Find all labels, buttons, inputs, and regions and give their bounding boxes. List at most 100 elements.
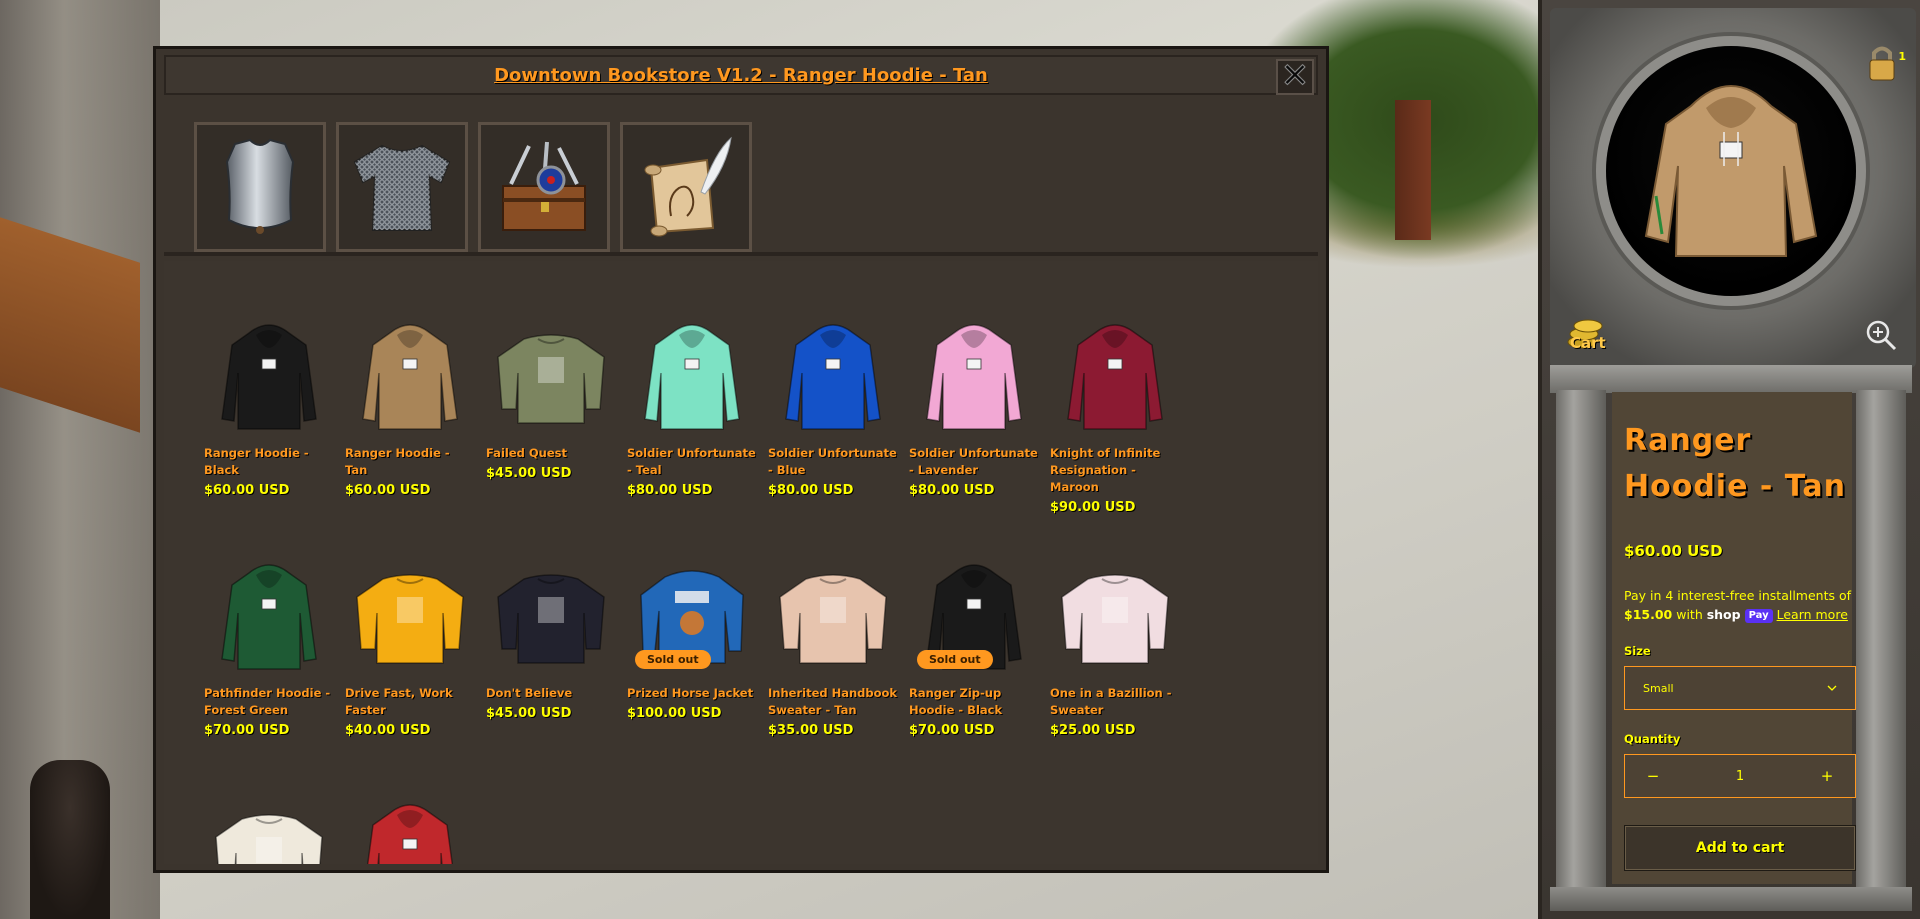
product-card[interactable]: Knight of Infinite Resignation - Maroon $… [1050, 311, 1180, 515]
product-image[interactable] [204, 311, 334, 441]
product-price: $100.00 USD [627, 706, 722, 721]
product-image[interactable]: Sold out [627, 551, 757, 681]
shop-window: Downtown Bookstore V1.2 - Ranger Hoodie … [153, 46, 1329, 873]
product-name[interactable]: Knight of Infinite Resignation - Maroon [1050, 445, 1180, 496]
product-image[interactable] [768, 311, 898, 441]
product-name[interactable]: Ranger Hoodie - Tan [345, 445, 475, 479]
tab-quests[interactable] [620, 122, 752, 252]
sold-out-badge: Sold out [635, 650, 711, 669]
product-card[interactable]: Failed Quest $45.00 USD [486, 311, 616, 481]
product-image[interactable] [486, 551, 616, 681]
product-name[interactable]: Ranger Zip-up Hoodie - Black [909, 685, 1039, 719]
size-select[interactable]: Small [1624, 666, 1856, 710]
installments-amount: $15.00 [1624, 607, 1673, 622]
product-image[interactable] [204, 791, 334, 864]
lock-icon[interactable] [1864, 42, 1900, 82]
pillar-cap [1550, 365, 1912, 393]
product-name[interactable]: Ranger Hoodie - Black [204, 445, 334, 479]
product-card[interactable] [204, 791, 334, 864]
product-price: $45.00 USD [486, 706, 572, 721]
size-value: Small [1643, 681, 1674, 695]
product-price: $70.00 USD [909, 723, 995, 738]
quantity-increase-button[interactable]: + [1817, 767, 1837, 785]
product-price: $45.00 USD [486, 466, 572, 481]
product-name[interactable]: One in a Bazillion - Sweater [1050, 685, 1180, 719]
product-image[interactable] [1050, 551, 1180, 681]
product-name[interactable]: Soldier Unfortunate - Blue [768, 445, 898, 479]
product-card[interactable]: Soldier Unfortunate - Teal $80.00 USD [627, 311, 757, 498]
product-image[interactable] [1050, 311, 1180, 441]
product-name[interactable]: Prized Horse Jacket [627, 685, 757, 702]
product-price: $70.00 USD [204, 723, 290, 738]
quantity-stepper: − 1 + [1624, 754, 1856, 798]
product-name[interactable]: Pathfinder Hoodie - Forest Green [204, 685, 334, 719]
product-price: $40.00 USD [345, 723, 431, 738]
product-image[interactable] [768, 551, 898, 681]
product-card[interactable]: Ranger Hoodie - Tan $60.00 USD [345, 311, 475, 498]
learn-more-link[interactable]: Learn more [1777, 607, 1848, 622]
product-price: $90.00 USD [1050, 500, 1136, 515]
product-card[interactable]: Drive Fast, Work Faster $40.00 USD [345, 551, 475, 738]
tab-items[interactable] [478, 122, 610, 252]
size-label: Size [1624, 644, 1651, 658]
product-image[interactable] [486, 311, 616, 441]
armor-plate-icon [225, 138, 295, 234]
pillar-right [1856, 390, 1906, 890]
product-name[interactable]: Inherited Handbook Sweater - Tan [768, 685, 898, 719]
product-image[interactable] [345, 791, 475, 864]
product-card[interactable]: Sold out Ranger Zip-up Hoodie - Black $70.… [909, 551, 1039, 738]
background-tree [1395, 100, 1431, 240]
quantity-label: Quantity [1624, 732, 1681, 746]
product-card[interactable]: Soldier Unfortunate - Lavender $80.00 USD [909, 311, 1039, 498]
product-image[interactable] [627, 311, 757, 441]
product-image[interactable] [909, 311, 1039, 441]
background-character [30, 760, 110, 919]
tab-chainmail[interactable] [336, 122, 468, 252]
product-name[interactable]: Soldier Unfortunate - Lavender [909, 445, 1039, 479]
product-preview-image [1644, 85, 1818, 257]
product-price: $80.00 USD [768, 483, 854, 498]
product-card[interactable] [345, 791, 475, 864]
shop-pay-badge: Pay [1744, 608, 1773, 623]
close-button[interactable]: ✕ [1276, 59, 1314, 95]
product-price: $25.00 USD [1050, 723, 1136, 738]
product-card[interactable]: Pathfinder Hoodie - Forest Green $70.00 U… [204, 551, 334, 738]
quantity-decrease-button[interactable]: − [1643, 767, 1663, 785]
product-name[interactable]: Failed Quest [486, 445, 616, 462]
product-image[interactable] [345, 551, 475, 681]
quantity-input[interactable]: 1 [1736, 769, 1744, 784]
product-price: $60.00 USD [1624, 542, 1723, 560]
add-to-cart-button[interactable]: Add to cart [1624, 825, 1856, 871]
product-price: $80.00 USD [909, 483, 995, 498]
product-image[interactable] [204, 551, 334, 681]
product-price: $35.00 USD [768, 723, 854, 738]
product-name[interactable]: Soldier Unfortunate - Teal [627, 445, 757, 479]
preview-frame: 1 Cart [1550, 8, 1916, 368]
product-card[interactable]: Inherited Handbook Sweater - Tan $35.00 U… [768, 551, 898, 738]
cart-label[interactable]: Cart [1570, 334, 1606, 352]
product-info-card: Ranger Hoodie - Tan $60.00 USD Pay in 4 … [1612, 392, 1856, 884]
installments-prefix: Pay in 4 interest-free installments of [1624, 588, 1852, 603]
product-name[interactable]: Drive Fast, Work Faster [345, 685, 475, 719]
treasure-chest-icon [502, 141, 586, 231]
product-card[interactable]: One in a Bazillion - Sweater $25.00 USD [1050, 551, 1180, 738]
product-price: $60.00 USD [345, 483, 431, 498]
product-title: Ranger Hoodie - Tan [1624, 423, 1846, 504]
product-price: $80.00 USD [627, 483, 713, 498]
close-icon: ✕ [1280, 56, 1310, 96]
installments-text: Pay in 4 interest-free installments of $… [1624, 586, 1856, 624]
product-card[interactable]: Don't Believe $45.00 USD [486, 551, 616, 721]
product-image[interactable] [345, 311, 475, 441]
preview-orb [1606, 46, 1856, 296]
product-image[interactable]: Sold out [909, 551, 1039, 681]
zoom-in-icon[interactable] [1864, 318, 1898, 352]
product-card[interactable]: Ranger Hoodie - Black $60.00 USD [204, 311, 334, 498]
product-name[interactable]: Don't Believe [486, 685, 616, 702]
tab-armor[interactable] [194, 122, 326, 252]
product-card[interactable]: Sold out Prized Horse Jacket $100.00 USD [627, 551, 757, 721]
product-card[interactable]: Soldier Unfortunate - Blue $80.00 USD [768, 311, 898, 498]
lock-count: 1 [1898, 50, 1906, 63]
product-price: $60.00 USD [204, 483, 290, 498]
installments-with: with [1672, 607, 1707, 622]
pillar-left [1556, 390, 1606, 890]
